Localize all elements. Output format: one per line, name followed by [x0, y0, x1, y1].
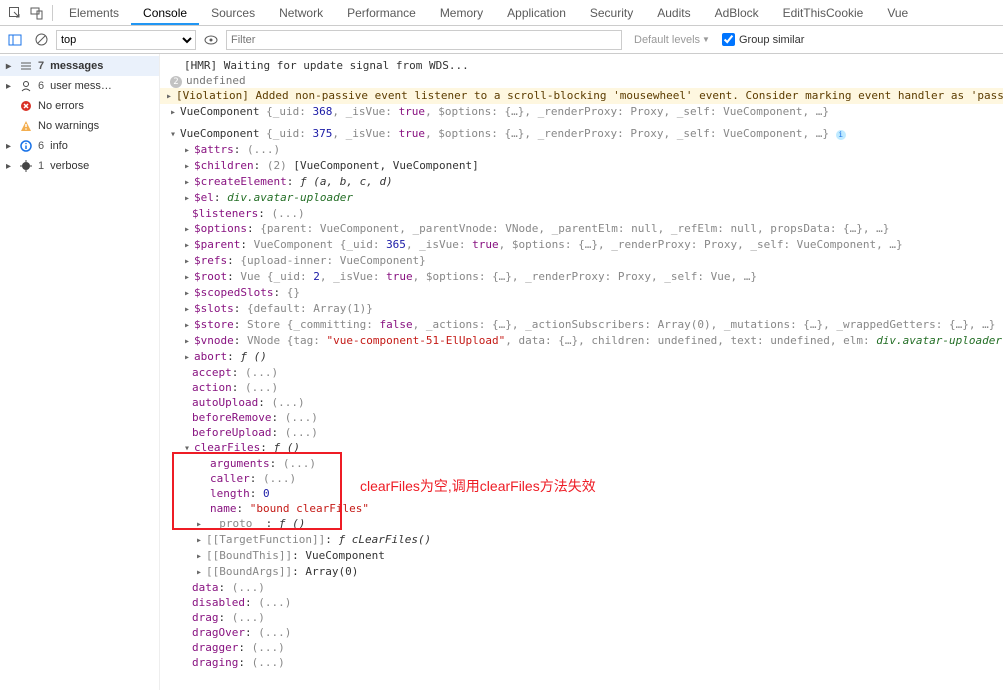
sidebar-toggle-icon[interactable]	[4, 29, 26, 51]
device-mode-icon[interactable]	[26, 2, 48, 24]
prop-row[interactable]: ▸$refs: {upload-inner: VueComponent}	[160, 253, 1003, 269]
error-icon	[20, 100, 32, 112]
prop-row[interactable]: arguments: (...)	[160, 456, 1003, 471]
tab-elements[interactable]: Elements	[57, 1, 131, 25]
filter-input[interactable]	[226, 30, 622, 50]
clear-console-icon[interactable]	[30, 29, 52, 51]
tab-performance[interactable]: Performance	[335, 1, 428, 25]
tab-audits[interactable]: Audits	[645, 1, 702, 25]
inspect-icon[interactable]	[4, 2, 26, 24]
prop-row[interactable]: ▸$vnode: VNode {tag: "vue-component-51-E…	[160, 333, 1003, 349]
tab-console[interactable]: Console	[131, 1, 199, 25]
eye-icon[interactable]	[200, 29, 222, 51]
prop-row[interactable]: draging: (...)	[160, 655, 1003, 670]
prop-row[interactable]: dragger: (...)	[160, 640, 1003, 655]
context-select[interactable]: top	[56, 30, 196, 50]
prop-row[interactable]: beforeUpload: (...)	[160, 425, 1003, 440]
prop-row[interactable]: ▸$slots: {default: Array(1)}	[160, 301, 1003, 317]
prop-row[interactable]: autoUpload: (...)	[160, 395, 1003, 410]
prop-row[interactable]: ▸$createElement: ƒ (a, b, c, d)	[160, 174, 1003, 190]
prop-row[interactable]: ▸[[BoundArgs]]: Array(0)	[160, 564, 1003, 580]
info-icon	[20, 140, 32, 152]
prop-row[interactable]: name: "bound clearFiles"	[160, 501, 1003, 516]
prop-row[interactable]: ▸$el: div.avatar-uploader	[160, 190, 1003, 206]
sidebar-item-errors[interactable]: No errors	[0, 96, 159, 116]
prop-row[interactable]: dragOver: (...)	[160, 625, 1003, 640]
sidebar-item-verbose[interactable]: ▸1verbose	[0, 156, 159, 176]
warn-icon	[20, 120, 32, 132]
log-line-violation[interactable]: ▸[Violation] Added non-passive event lis…	[160, 88, 1003, 104]
console-output: [HMR] Waiting for update signal from WDS…	[160, 54, 1003, 690]
prop-row[interactable]: ▸[[TargetFunction]]: ƒ cLearFiles()	[160, 532, 1003, 548]
prop-row[interactable]: ▸$root: Vue {_uid: 2, _isVue: true, $opt…	[160, 269, 1003, 285]
prop-row[interactable]: ▸$parent: VueComponent {_uid: 365, _isVu…	[160, 237, 1003, 253]
prop-row[interactable]: ▸$store: Store {_committing: false, _act…	[160, 317, 1003, 333]
prop-row[interactable]: ▸__proto__: ƒ ()	[160, 516, 1003, 532]
console-sidebar: ▸7messages ▸6user mess… No errors No war…	[0, 54, 160, 690]
user-icon	[20, 80, 32, 92]
prop-row[interactable]: ▸abort: ƒ ()	[160, 349, 1003, 365]
list-icon	[20, 61, 32, 71]
sidebar-item-user[interactable]: ▸6user mess…	[0, 76, 159, 96]
devtools-tabs: Elements Console Sources Network Perform…	[0, 0, 1003, 26]
sidebar-item-info[interactable]: ▸6info	[0, 136, 159, 156]
levels-dropdown[interactable]: Default levels ▼	[626, 34, 718, 46]
group-similar-checkbox[interactable]: Group similar	[722, 33, 804, 46]
prop-row[interactable]: data: (...)	[160, 580, 1003, 595]
sidebar-item-messages[interactable]: ▸7messages	[0, 56, 159, 76]
log-line[interactable]: [HMR] Waiting for update signal from WDS…	[160, 58, 1003, 73]
prop-row[interactable]: ▸$attrs: (...)	[160, 142, 1003, 158]
prop-row[interactable]: ▸$options: {parent: VueComponent, _paren…	[160, 221, 1003, 237]
log-vuecomponent-expanded[interactable]: ▾VueComponent {_uid: 375, _isVue: true, …	[160, 126, 1003, 142]
tab-network[interactable]: Network	[267, 1, 335, 25]
prop-row[interactable]: action: (...)	[160, 380, 1003, 395]
tab-editthiscookie[interactable]: EditThisCookie	[771, 1, 876, 25]
prop-row[interactable]: drag: (...)	[160, 610, 1003, 625]
tab-vue[interactable]: Vue	[875, 1, 920, 25]
sidebar-item-warnings[interactable]: No warnings	[0, 116, 159, 136]
prop-row[interactable]: ▸$scopedSlots: {}	[160, 285, 1003, 301]
prop-row[interactable]: ▸$children: (2) [VueComponent, VueCompon…	[160, 158, 1003, 174]
log-line[interactable]: 2undefined	[160, 73, 1003, 88]
tab-adblock[interactable]: AdBlock	[703, 1, 771, 25]
tab-security[interactable]: Security	[578, 1, 645, 25]
tab-application[interactable]: Application	[495, 1, 578, 25]
log-vuecomponent[interactable]: ▸VueComponent {_uid: 368, _isVue: true, …	[160, 104, 1003, 120]
prop-row[interactable]: disabled: (...)	[160, 595, 1003, 610]
prop-row[interactable]: ▸[[BoundThis]]: VueComponent	[160, 548, 1003, 564]
prop-row[interactable]: accept: (...)	[160, 365, 1003, 380]
prop-clearfiles[interactable]: ▾clearFiles: ƒ ()	[160, 440, 1003, 456]
debug-icon	[20, 160, 32, 172]
prop-row[interactable]: beforeRemove: (...)	[160, 410, 1003, 425]
console-toolbar: top Default levels ▼ Group similar	[0, 26, 1003, 54]
tab-sources[interactable]: Sources	[199, 1, 267, 25]
prop-row[interactable]: $listeners: (...)	[160, 206, 1003, 221]
annotation-label: clearFiles为空,调用clearFiles方法失效	[360, 476, 596, 496]
tab-memory[interactable]: Memory	[428, 1, 495, 25]
